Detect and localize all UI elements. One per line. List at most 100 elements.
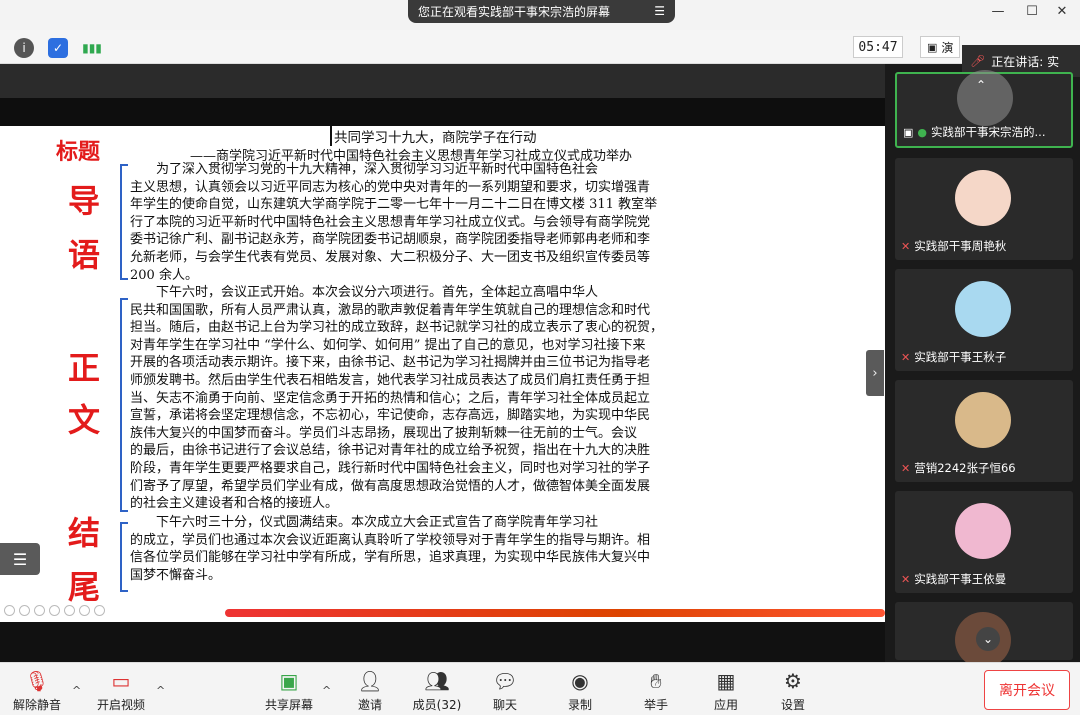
slide-nav-dot[interactable] — [4, 605, 15, 616]
body-line: 民共和国国歌，所有人员严肃认真，激昂的歌声敦促着青年学生筑就自己的理想信念和时代 — [130, 302, 651, 318]
slide-nav-dot[interactable] — [94, 605, 105, 616]
grid-icon: ▣ — [927, 40, 938, 54]
share-top-strip — [0, 64, 885, 98]
settings-label: 设置 — [780, 698, 805, 712]
gear-icon: ⚙ — [784, 669, 802, 693]
avatar — [955, 170, 1011, 226]
body-line: 宣誓，承诺将会坚定理想信念，不忘初心，牢记使命，志存高远，脚踏实地，为实现中华民 — [130, 408, 651, 424]
participant-tile[interactable]: ✕ 实践部干事王依曼 — [895, 491, 1073, 593]
body-line: 们寄予了厚望，希望学员们学业有成，做有高度思想政治觉悟的人才，做德智体美全面发展 — [130, 478, 651, 494]
end-line: 国梦不懈奋斗。 — [130, 567, 222, 583]
mic-muted-icon: ✕ — [901, 572, 911, 586]
share-screen-button[interactable]: ▣ 共享屏幕 — [254, 668, 324, 713]
mic-muted-icon: ✕ — [901, 239, 911, 253]
record-icon: ◉ — [571, 669, 589, 693]
lead-line: 允新老师，与会学生代表有党员、发展对象、大二积极分子、大一团支书及组织宣传委员等 — [130, 249, 651, 265]
chat-icon: 💬︎ — [492, 669, 518, 693]
body-line: 族伟大复兴的中国梦而奋斗。学员们斗志昂扬，展现出了披荆斩棘一往无前的士气。会议 — [130, 425, 638, 441]
body-line: 当、矢志不渝勇于向前、坚定信念勇于开拓的热情和信心；之后，青年学习社全体成员起立 — [130, 390, 651, 406]
body-paragraph: 下午六时，会议正式开始。本次会议分六项进行。首先，全体起立高唱中华人 民共和国国… — [130, 284, 663, 513]
label-end-1: 结 — [68, 514, 101, 552]
participant-name-row: ✕ 实践部干事王依曼 — [901, 571, 1006, 587]
slide-nav-dot[interactable] — [34, 605, 45, 616]
slide-nav-dot[interactable] — [79, 605, 90, 616]
end-line: 的成立，学员们也通过本次会议近距离认真聆听了学校领导对于青年学生的指导与期许。相 — [130, 532, 651, 548]
slide-nav-dot[interactable] — [19, 605, 30, 616]
participant-name-row: ✕ 营销2242张子恒66 — [901, 460, 1016, 476]
participant-name: 实践部干事宋宗浩的... — [931, 125, 1046, 139]
start-video-button[interactable]: ▭ 开启视频 — [86, 668, 156, 713]
slide-nav-controls — [4, 605, 105, 616]
meeting-timer: 05:47 — [853, 36, 903, 58]
lead-line: 行了本院的习近平新时代中国特色社会主义思想青年学习社成立仪式。与会领导有商学院党 — [130, 214, 651, 230]
lead-paragraph: 为了深入贯彻学习党的十九大精神，深入贯彻学习习近平新时代中国特色社会 主义思想，… — [130, 161, 657, 284]
invite-button[interactable]: 👤︎ 邀请 — [335, 668, 405, 713]
audio-options-caret[interactable]: ^ — [72, 684, 81, 697]
lead-line: 委书记徐广利、副书记赵永芳，商学院团委书记胡顺泉，商学院团委指导老师郭冉老师和李 — [130, 232, 651, 248]
lead-line: 为了深入贯彻学习党的十九大精神，深入贯彻学习习近平新时代中国特色社会 — [130, 162, 599, 177]
avatar — [955, 392, 1011, 448]
list-icon[interactable]: ☰ — [0, 543, 40, 575]
info-icon[interactable]: i — [14, 38, 34, 58]
share-screen-icon: ▣ — [279, 669, 299, 693]
minimize-button[interactable]: — — [988, 4, 1008, 19]
start-video-label: 开启视频 — [96, 698, 145, 712]
scroll-down-icon[interactable]: ⌄ — [976, 627, 1000, 651]
participant-tile[interactable]: ✕ 营销2242张子恒66 — [895, 380, 1073, 482]
mic-muted-icon: ✕ — [901, 461, 911, 475]
add-user-icon: 👤︎ — [357, 669, 383, 693]
leave-meeting-button[interactable]: 离开会议 — [984, 670, 1070, 710]
record-label: 录制 — [567, 698, 592, 712]
lead-line: 200 余人。 — [130, 267, 198, 283]
participant-name: 实践部干事王依曼 — [914, 572, 1007, 586]
view-button-label: 演 — [941, 40, 954, 55]
label-end-2: 尾 — [68, 568, 101, 606]
signal-icon[interactable]: ▮▮▮ — [82, 38, 102, 58]
bracket-body — [120, 298, 128, 512]
share-banner[interactable]: 您正在观看实践部干事宋宗浩的屏幕 ☰ — [408, 0, 675, 23]
body-line: 对青年学生在学习社中 “学什么、如何学、如何用” 提出了自己的意见，也对学习社接… — [130, 337, 646, 353]
members-button[interactable]: 👥︎ 成员(32) — [402, 668, 472, 713]
apps-button[interactable]: ▦ 应用 — [691, 668, 761, 713]
chat-button[interactable]: 💬︎ 聊天 — [470, 668, 540, 713]
menu-icon[interactable]: ☰ — [654, 4, 665, 18]
label-body-1: 正 — [68, 349, 101, 387]
label-lead-1: 导 — [68, 182, 101, 220]
body-line: 下午六时，会议正式开始。本次会议分六项进行。首先，全体起立高唱中华人 — [130, 285, 599, 300]
unmute-label: 解除静音 — [12, 698, 61, 712]
slide-nav-dot[interactable] — [49, 605, 60, 616]
shield-icon[interactable]: ✓ — [48, 38, 68, 58]
record-button[interactable]: ◉ 录制 — [545, 668, 615, 713]
mic-muted-icon: ✕ — [901, 350, 911, 364]
view-button[interactable]: ▣ 演 — [920, 36, 960, 58]
share-screen-label: 共享屏幕 — [264, 698, 313, 712]
maximize-button[interactable]: ☐ — [1022, 4, 1042, 19]
raise-hand-button[interactable]: ✋︎ 举手 — [621, 668, 691, 713]
slide-nav-dot[interactable] — [64, 605, 75, 616]
bracket-lead — [120, 164, 128, 280]
mic-icon: ● — [917, 125, 928, 139]
body-line: 师颁发聘书。然后由学生代表石相皓发言，她代表学习社成员表达了成员们肩扛责任勇于担 — [130, 372, 651, 388]
participant-name-row: ✕ 实践部干事周艳秋 — [901, 238, 1006, 254]
members-label: 成员(32) — [412, 698, 462, 712]
share-banner-text: 您正在观看实践部干事宋宗浩的屏幕 — [418, 5, 611, 19]
raise-hand-label: 举手 — [643, 698, 668, 712]
bracket-end — [120, 522, 128, 592]
settings-button[interactable]: ⚙ 设置 — [758, 668, 828, 713]
apps-icon: ▦ — [716, 669, 736, 693]
lead-line: 年学生的使命自觉，山东建筑大学商学院于二零一七年十一月二十二日在博文楼 311 … — [130, 197, 658, 213]
scroll-up-icon[interactable]: ⌃ — [976, 78, 986, 92]
participant-name: 营销2242张子恒66 — [914, 461, 1016, 475]
label-body-2: 文 — [68, 401, 101, 439]
collapse-panel-button[interactable]: › — [866, 350, 884, 396]
participant-tile[interactable]: ✕ 实践部干事周艳秋 — [895, 158, 1073, 260]
participant-name: 实践部干事周艳秋 — [914, 239, 1007, 253]
avatar — [955, 281, 1011, 337]
doc-title: 共同学习十九大，商院学子在行动 — [330, 126, 537, 146]
body-line: 担当。随后，由赵书记上台为学习社的成立致辞，赵书记就学习社的成立表示了衷心的祝贺… — [130, 320, 664, 336]
video-options-caret[interactable]: ^ — [156, 684, 165, 697]
unmute-button[interactable]: 🎙︎ 解除静音 — [2, 668, 72, 713]
share-options-caret[interactable]: ^ — [322, 684, 331, 697]
participant-tile[interactable]: ✕ 实践部干事王秋子 — [895, 269, 1073, 371]
close-button[interactable]: ✕ — [1052, 4, 1072, 19]
